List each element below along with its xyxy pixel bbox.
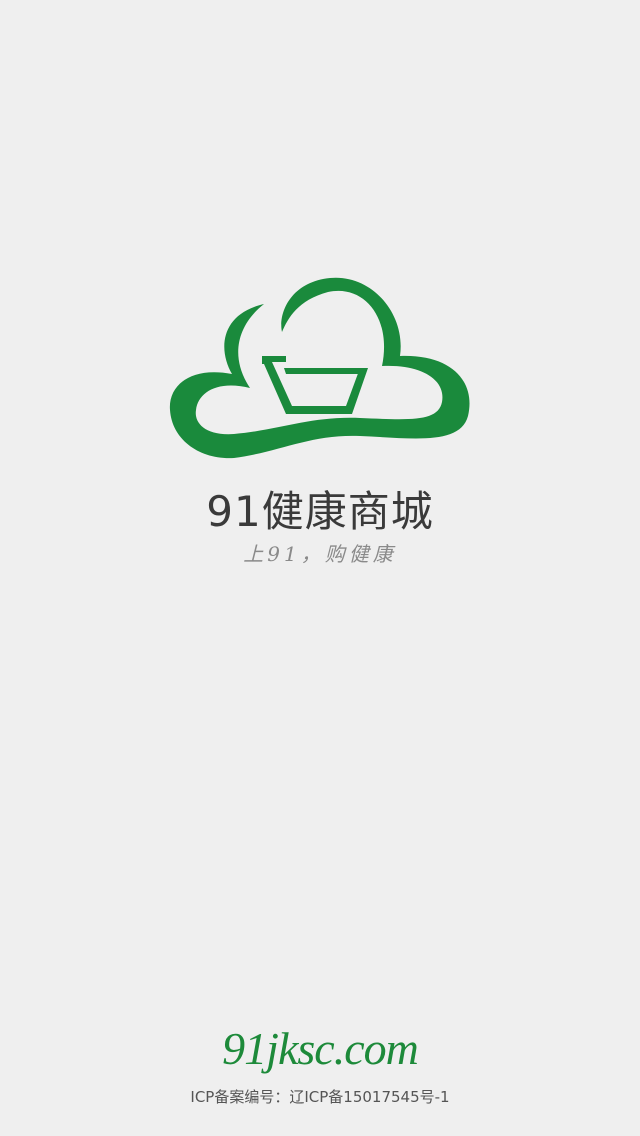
site-url: 91jksc.com [222,1023,419,1074]
splash-screen: 91健康商城 上91，购健康 91jksc.com ICP备案编号：辽ICP备1… [0,0,640,1136]
cloud-cart-logo-icon [160,270,480,470]
app-slogan: 上91，购健康 [243,542,397,566]
icp-record: ICP备案编号：辽ICP备15017545号-1 [190,1088,450,1106]
app-name: 91健康商城 [206,487,434,536]
